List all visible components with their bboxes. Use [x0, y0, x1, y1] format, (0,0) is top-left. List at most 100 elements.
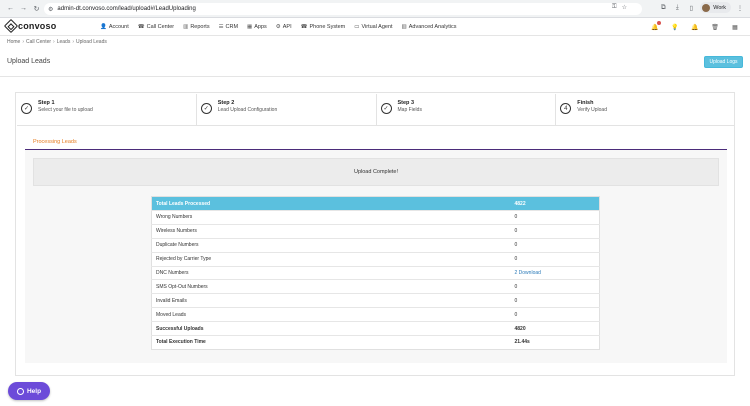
step-description: Map Fields	[397, 107, 422, 113]
result-value: 4822	[510, 196, 600, 211]
menu-item-label: Apps	[254, 24, 267, 30]
phone-icon: ☎	[300, 24, 308, 30]
menu-item-apps[interactable]: ▦ Apps	[247, 24, 267, 30]
help-icon	[16, 387, 24, 395]
alerts-icon[interactable]: 🔔	[690, 22, 700, 32]
menu-item-label: Virtual Agent	[361, 24, 393, 30]
step-title: Step 3	[397, 100, 415, 106]
wizard-step-1: ✓ Step 1 Select your file to upload	[17, 94, 197, 126]
result-label: Invalid Emails	[151, 293, 511, 308]
lightbulb-icon[interactable]: 💡	[670, 22, 680, 32]
extensions-icon[interactable]: ⧉	[658, 3, 668, 13]
table-row: Duplicate Numbers 0	[151, 237, 600, 253]
step-description: Select your file to upload	[38, 107, 93, 113]
profile-label: Work	[713, 4, 726, 11]
reload-icon[interactable]: ↻	[31, 3, 42, 14]
result-value: 21.44s	[510, 335, 600, 350]
step-number: 4	[560, 103, 572, 114]
help-button[interactable]: Help	[8, 382, 50, 400]
menu-item-advanced-analytics[interactable]: ▥ Advanced Analytics	[402, 24, 457, 30]
menu-item-api[interactable]: ⚙ API	[276, 24, 292, 30]
forward-icon[interactable]: →	[18, 3, 29, 14]
breadcrumb-item[interactable]: Leads	[57, 39, 71, 45]
breadcrumb-item[interactable]: Call Center	[26, 39, 51, 45]
step-description: Lead Upload Configuration	[217, 107, 278, 113]
breadcrumb-separator-icon: ›	[72, 39, 74, 45]
result-label: Duplicate Numbers	[151, 237, 511, 253]
table-row: Total Leads Processed 4822	[151, 196, 600, 211]
processing-tab[interactable]: Processing Leads	[25, 135, 727, 150]
breadcrumb-separator-icon: ›	[53, 39, 55, 45]
sidebar-icon[interactable]: ▯	[686, 3, 696, 13]
upload-wizard: ✓ Step 1 Select your file to upload ✓ Step 2…	[17, 94, 735, 126]
menu-item-call-center[interactable]: ☎ Call Center	[138, 24, 174, 30]
grid-menu-icon[interactable]: ▦	[730, 22, 740, 32]
result-value: 0	[510, 210, 600, 225]
monitor-icon: ▭	[354, 24, 360, 30]
step-title: Step 2	[217, 100, 235, 106]
site-info-icon[interactable]: ⚙	[48, 6, 53, 13]
logo[interactable]: convoso	[3, 18, 57, 34]
menu-item-crm[interactable]: ☰ CRM	[219, 24, 238, 30]
back-icon[interactable]: ←	[5, 3, 16, 14]
result-label: Total Execution Time	[151, 335, 511, 350]
main-menu: 👤 Account ☎ Call Center ▥ Reports ☰ CRM ▦ Apps ⚙ AP…	[100, 18, 456, 36]
table-row: DNC Numbers 2 Download	[151, 265, 600, 280]
result-value: 0	[510, 279, 600, 294]
passwords-icon[interactable]: ⚿	[612, 4, 617, 11]
processing-panel: Processing Leads Upload Complete! Total …	[25, 135, 727, 363]
menu-item-virtual-agent[interactable]: ▭ Virtual Agent	[354, 24, 392, 30]
table-row: Wrong Numbers 0	[151, 210, 600, 225]
trash-icon[interactable]: 🗑	[710, 22, 720, 32]
notification-badge	[657, 21, 661, 25]
result-label: Rejected by Carrier Type	[151, 251, 511, 267]
table-row: Rejected by Carrier Type 0	[151, 251, 600, 267]
url-text: admin-dt.convoso.com/lead/upload#/LeadUp…	[57, 6, 196, 12]
table-row: Total Execution Time 21.44s	[151, 335, 600, 350]
address-bar[interactable]: ⚙ admin-dt.convoso.com/lead/upload#/Lead…	[44, 3, 642, 15]
menu-item-label: Phone System	[309, 24, 346, 30]
upload-card: ✓ Step 1 Select your file to upload ✓ Step 2…	[15, 92, 735, 376]
breadcrumb: Home › Call Center › Leads › Upload Leads	[7, 39, 107, 45]
profile-button[interactable]: Work	[700, 2, 731, 13]
table-row: Invalid Emails 0	[151, 293, 600, 308]
wizard-step-4: 4 Finish Verify Upload	[556, 94, 735, 126]
menu-item-label: Account	[108, 24, 129, 30]
wizard-step-3: ✓ Step 3 Map Fields	[377, 94, 557, 126]
help-label: Help	[26, 387, 42, 395]
menu-item-label: API	[282, 24, 292, 30]
breadcrumb-item[interactable]: Home	[7, 39, 20, 45]
step-title: Finish	[577, 100, 594, 106]
bookmark-star-icon[interactable]: ☆	[622, 4, 627, 11]
result-value: 0	[510, 307, 600, 322]
phone-icon: ☎	[137, 24, 145, 30]
result-value: 2 Download	[510, 265, 600, 280]
table-row: Wireless Numbers 0	[151, 223, 600, 239]
logo-text: convoso	[18, 21, 57, 31]
check-icon: ✓	[21, 103, 32, 114]
check-icon: ✓	[380, 103, 392, 114]
page-title: Upload Leads	[7, 58, 51, 65]
list-icon: ☰	[218, 24, 224, 30]
result-value: 0	[510, 251, 600, 267]
result-value: 4820	[510, 321, 600, 336]
gear-icon: ⚙	[275, 24, 281, 30]
notifications-icon[interactable]: 🔔	[650, 21, 661, 32]
app-navbar: convoso 👤 Account ☎ Call Center ▥ Reports ☰ CRM…	[0, 18, 750, 36]
menu-item-reports[interactable]: ▥ Reports	[183, 24, 209, 30]
menu-item-phone-system[interactable]: ☎ Phone System	[301, 24, 346, 30]
upload-logs-button[interactable]: Upload Logs	[704, 56, 743, 68]
result-value: 0	[510, 237, 600, 253]
result-label: SMS Opt-Out Numbers	[151, 279, 511, 294]
browser-toolbar: ← → ↻ ⚙ admin-dt.convoso.com/lead/upload…	[0, 0, 750, 18]
downloads-icon[interactable]: ⤓	[672, 3, 682, 13]
breadcrumb-separator-icon: ›	[22, 39, 25, 45]
upload-complete-message: Upload Complete!	[33, 158, 719, 186]
breadcrumb-item: Upload Leads	[76, 39, 107, 45]
header-divider	[0, 76, 750, 77]
dnc-download-link[interactable]: 2 Download	[515, 270, 541, 276]
table-row: Successful Uploads 4820	[151, 321, 600, 336]
user-icon: 👤	[100, 24, 107, 30]
browser-menu-icon[interactable]: ⋮	[735, 3, 745, 13]
menu-item-account[interactable]: 👤 Account	[100, 24, 129, 30]
